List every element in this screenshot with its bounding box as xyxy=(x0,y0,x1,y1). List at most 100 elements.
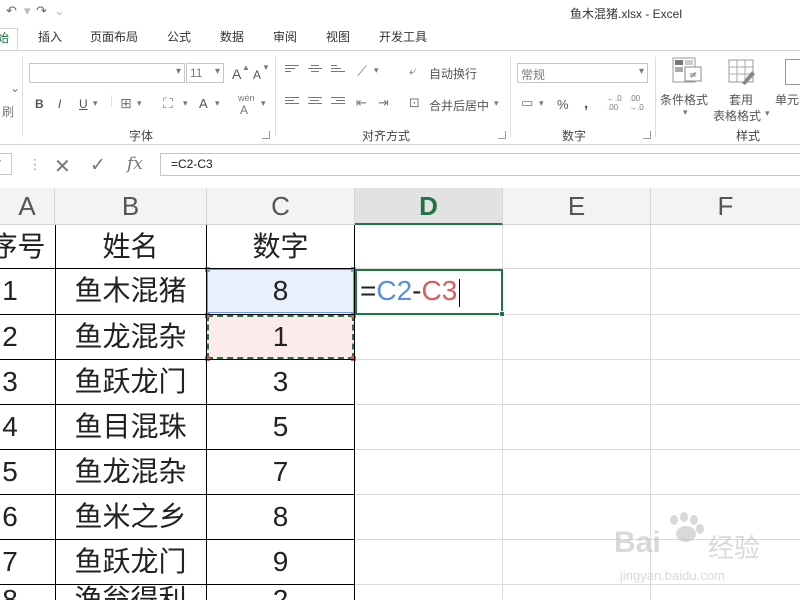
cell-a[interactable]: 1 xyxy=(0,269,20,313)
header-cell-b[interactable]: 姓名 xyxy=(55,225,206,269)
column-header-a[interactable]: A xyxy=(0,188,55,225)
cell-b[interactable]: 鱼龙混杂 xyxy=(55,450,206,494)
cell-a[interactable]: 5 xyxy=(0,450,20,494)
tab-insert[interactable]: 插入 xyxy=(38,28,62,50)
middle-align-icon[interactable] xyxy=(308,65,322,77)
cond-format-dropdown-icon[interactable]: ▾ xyxy=(683,107,688,118)
qat-more-icon[interactable]: ⌄ xyxy=(54,3,65,19)
cell-b[interactable]: 鱼木混猪 xyxy=(55,269,206,313)
accounting-dropdown-icon[interactable]: ▾ xyxy=(539,98,544,109)
cell-a[interactable]: 6 xyxy=(0,495,20,539)
header-cell-c[interactable]: 数字 xyxy=(207,225,354,269)
font-color-dropdown-icon[interactable]: ▾ xyxy=(215,98,220,109)
cell-b[interactable]: 渔翁得利 xyxy=(55,585,206,600)
cell-c[interactable]: 7 xyxy=(207,450,354,494)
font-color-button[interactable]: A xyxy=(199,96,208,111)
tab-view[interactable]: 视图 xyxy=(326,28,350,50)
grow-font-button[interactable]: A xyxy=(232,66,241,82)
cell-c[interactable]: 8 xyxy=(207,495,354,539)
cell-b[interactable]: 鱼米之乡 xyxy=(55,495,206,539)
redo-icon[interactable]: ↷ xyxy=(36,3,47,19)
cell-a[interactable]: 7 xyxy=(0,540,20,584)
borders-dropdown-icon[interactable]: ▾ xyxy=(137,98,142,109)
cell-c[interactable]: 5 xyxy=(207,405,354,449)
insert-function-icon[interactable]: fx xyxy=(127,154,143,174)
alignment-dialog-launcher-icon[interactable] xyxy=(498,131,506,139)
tab-home[interactable]: 始 xyxy=(0,28,19,50)
cell-b[interactable]: 鱼跃龙门 xyxy=(55,360,206,404)
merge-dropdown-icon[interactable]: ▾ xyxy=(494,98,499,109)
table-format-label-2[interactable]: 表格格式 xyxy=(713,107,761,124)
decrease-decimal-button[interactable]: .00 →.0 xyxy=(629,94,644,112)
tab-page-layout[interactable]: 页面布局 xyxy=(90,28,138,50)
number-format-box[interactable]: 常规 ▾ xyxy=(517,63,648,83)
column-header-b[interactable]: B xyxy=(55,188,207,225)
phonetic-button[interactable]: wén xyxy=(238,93,255,103)
cell-b[interactable]: 鱼目混珠 xyxy=(55,405,206,449)
name-box[interactable]: ▾ xyxy=(0,153,12,175)
tab-formulas[interactable]: 公式 xyxy=(167,28,191,50)
percent-button[interactable]: % xyxy=(557,97,569,112)
bottom-align-icon[interactable] xyxy=(331,65,345,77)
shrink-font-button[interactable]: A xyxy=(253,68,261,82)
fill-handle[interactable] xyxy=(499,311,505,317)
cell-c[interactable]: 1 xyxy=(207,315,354,359)
cell-c[interactable]: 3 xyxy=(207,360,354,404)
accounting-format-icon[interactable]: ▭ xyxy=(521,95,533,111)
align-center-icon[interactable] xyxy=(308,97,322,109)
merge-center-button[interactable]: 合并后居中 xyxy=(429,97,489,114)
fill-dropdown-icon[interactable]: ▾ xyxy=(183,98,188,109)
cell-a[interactable]: 3 xyxy=(0,360,20,404)
cell-styles-button[interactable]: 单元 xyxy=(775,91,799,108)
orientation-dropdown-icon[interactable]: ▾ xyxy=(374,65,379,76)
increase-decimal-button[interactable]: ←.0 .00 xyxy=(607,94,622,112)
undo-dropdown-icon[interactable]: ▾ xyxy=(24,3,31,19)
orientation-icon[interactable]: ⟋ xyxy=(357,63,367,80)
number-dialog-launcher-icon[interactable] xyxy=(643,131,651,139)
column-header-d[interactable]: D xyxy=(355,188,503,225)
top-align-icon[interactable] xyxy=(285,65,299,77)
cell-c[interactable]: 9 xyxy=(207,540,354,584)
cell-a[interactable]: 2 xyxy=(0,315,20,359)
increase-indent-icon[interactable]: ⇥ xyxy=(378,95,389,111)
fill-color-icon[interactable]: ⛶ xyxy=(163,95,173,112)
column-header-f[interactable]: F xyxy=(651,188,800,225)
conditional-format-button[interactable]: 条件格式 xyxy=(660,91,708,108)
cell-b[interactable]: 鱼龙混杂 xyxy=(55,315,206,359)
align-right-icon[interactable] xyxy=(331,97,345,109)
table-format-label-1[interactable]: 套用 xyxy=(729,91,753,108)
wrap-text-button[interactable]: 自动换行 xyxy=(429,65,477,82)
underline-dropdown-icon[interactable]: ▾ xyxy=(93,98,98,109)
drag-handle-icon[interactable]: ⋮ xyxy=(28,156,42,173)
phonetic-dropdown-icon[interactable]: ▾ xyxy=(261,98,266,109)
clipboard-more-icon[interactable]: ⌄ xyxy=(10,81,20,95)
format-painter-label[interactable]: 刷 xyxy=(2,103,14,120)
enter-icon[interactable]: ✓ xyxy=(90,154,106,177)
bold-button[interactable]: B xyxy=(35,97,44,111)
font-name-box[interactable]: ▾ xyxy=(29,63,185,83)
tab-developer[interactable]: 开发工具 xyxy=(379,28,427,50)
italic-button[interactable]: I xyxy=(58,97,61,111)
cell-c[interactable]: 2 xyxy=(207,585,354,600)
cancel-icon[interactable]: ✕ xyxy=(54,154,71,179)
in-cell-formula[interactable]: =C2-C3 xyxy=(360,269,461,313)
font-size-box[interactable]: 11 ▾ xyxy=(186,63,224,83)
tab-review[interactable]: 审阅 xyxy=(273,28,297,50)
column-header-c[interactable]: C xyxy=(207,188,355,225)
tab-data[interactable]: 数据 xyxy=(220,28,244,50)
header-cell-a[interactable]: 序号 xyxy=(0,225,55,269)
cell-a[interactable]: 4 xyxy=(0,405,20,449)
comma-button[interactable]: , xyxy=(584,95,588,112)
table-format-dropdown-icon[interactable]: ▾ xyxy=(765,108,770,119)
formula-input[interactable]: =C2-C3 xyxy=(160,153,800,176)
undo-icon[interactable]: ↶ xyxy=(6,3,17,19)
cell-a[interactable]: 8 xyxy=(0,585,20,600)
borders-icon[interactable]: ⊞ xyxy=(120,95,132,112)
cell-b[interactable]: 鱼跃龙门 xyxy=(55,540,206,584)
underline-button[interactable]: U xyxy=(79,97,88,111)
align-left-icon[interactable] xyxy=(285,97,299,109)
decrease-indent-icon[interactable]: ⇤ xyxy=(356,95,367,111)
cell-c[interactable]: 8 xyxy=(207,269,354,313)
column-header-e[interactable]: E xyxy=(503,188,651,225)
font-dialog-launcher-icon[interactable] xyxy=(262,131,270,139)
